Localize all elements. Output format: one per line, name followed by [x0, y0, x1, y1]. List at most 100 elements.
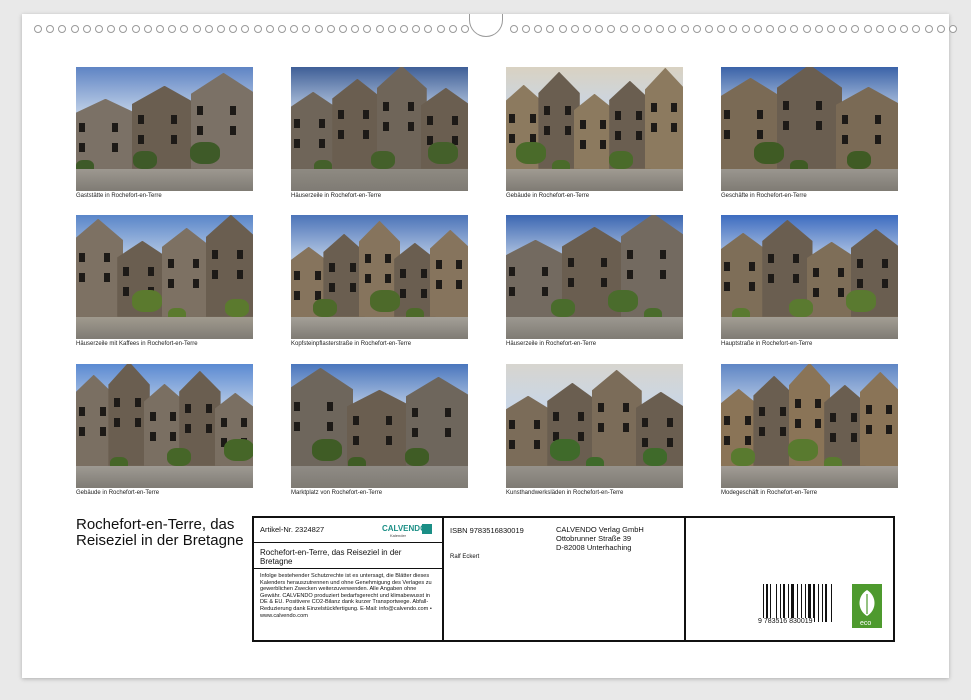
spiral-hole	[58, 25, 67, 33]
spiral-hole	[778, 25, 787, 33]
spiral-hole	[253, 25, 262, 33]
photo-caption: Modegeschäft in Rochefort-en-Terre	[721, 490, 818, 496]
photo-tile: Hauptstraße in Rochefort-en-Terre	[721, 215, 898, 347]
info-divider	[254, 542, 442, 543]
spiral-binding	[22, 22, 957, 34]
spiral-hole	[387, 25, 396, 33]
photo-caption: Gaststätte in Rochefort-en-Terre	[76, 193, 162, 199]
spiral-hole	[217, 25, 225, 33]
spiral-hole	[95, 25, 103, 33]
spiral-hole	[619, 25, 628, 33]
photo-caption: Geschäfte in Rochefort-en-Terre	[721, 193, 807, 199]
photo-caption: Häuserzeile mit Kaffees in Rochefort-en-…	[76, 341, 198, 347]
photo-caption: Häuserzeile in Rochefort-en-Terre	[291, 193, 382, 199]
spiral-hole	[692, 25, 701, 33]
spiral-hole	[595, 25, 604, 33]
spiral-hole	[534, 25, 543, 33]
spiral-hole	[509, 25, 518, 33]
spiral-hole	[949, 25, 957, 33]
photo-caption: Gebäude in Rochefort-en-Terre	[76, 490, 160, 496]
spiral-hole	[668, 25, 677, 33]
spiral-hole	[644, 25, 652, 33]
spiral-hole	[461, 25, 469, 33]
spiral-hole	[168, 25, 177, 33]
spiral-hole	[229, 25, 238, 33]
spiral-hole	[192, 25, 201, 33]
spiral-hole	[741, 25, 750, 33]
photo-tile: Gebäude in Rochefort-en-Terre	[76, 364, 253, 496]
photo-caption: Marktplatz von Rochefort-en-Terre	[291, 490, 383, 496]
spiral-hole	[180, 25, 189, 33]
photo-caption: Häuserzeile in Rochefort-en-Terre	[506, 341, 597, 347]
photo-tile: Häuserzeile mit Kaffees in Rochefort-en-…	[76, 215, 253, 347]
spiral-hole	[241, 25, 250, 33]
info-divider	[442, 518, 444, 640]
spiral-hole	[400, 25, 408, 33]
spiral-hole	[448, 25, 457, 33]
spiral-hole	[302, 25, 311, 33]
photo-caption: Gebäude in Rochefort-en-Terre	[506, 193, 590, 199]
spiral-hole	[131, 25, 140, 33]
spiral-hole	[143, 25, 152, 33]
spiral-hole	[729, 25, 738, 33]
spiral-hole	[265, 25, 274, 33]
spiral-hole	[546, 25, 555, 33]
photo-image	[721, 215, 898, 339]
spiral-hole	[851, 25, 860, 33]
info-box: Artikel-Nr. 2324827 CALVENDO Kalender Ro…	[252, 516, 895, 642]
photo-image	[76, 215, 253, 339]
photo-image	[291, 67, 468, 191]
spiral-hole	[814, 25, 823, 33]
photo-tile: Häuserzeile in Rochefort-en-Terre	[291, 67, 468, 199]
legal-text: Infolge bestehender Schutzrechte ist es …	[260, 573, 432, 619]
calvendo-logo-text: CALVENDO	[382, 524, 426, 533]
spiral-hole	[863, 25, 872, 33]
spiral-hole	[375, 25, 384, 33]
spiral-hole	[717, 25, 726, 33]
spiral-hole	[912, 25, 921, 33]
photo-image	[291, 364, 468, 488]
spiral-hole	[583, 25, 591, 33]
photo-caption: Kunsthandwerksläden in Rochefort-en-Terr…	[506, 490, 624, 496]
calvendo-logo-subtext: Kalender	[390, 533, 407, 538]
author: Ralf Eckert	[450, 554, 480, 560]
spiral-hole	[888, 25, 896, 33]
spiral-hole	[70, 25, 79, 33]
info-divider	[254, 568, 442, 569]
photo-tile: Häuserzeile in Rochefort-en-Terre	[506, 215, 683, 347]
photo-caption: Kopfsteinpflasterstraße in Rochefort-en-…	[291, 341, 412, 347]
spiral-hole	[631, 25, 640, 33]
spiral-hole	[790, 25, 799, 33]
spiral-hole	[436, 25, 445, 33]
article-number: Artikel-Nr. 2324827	[260, 525, 325, 534]
spiral-hole	[522, 25, 530, 33]
spiral-hole	[34, 25, 42, 33]
spiral-hole	[82, 25, 91, 33]
photo-tile: Gaststätte in Rochefort-en-Terre	[76, 67, 253, 199]
photo-tile: Marktplatz von Rochefort-en-Terre	[291, 364, 468, 496]
eco-label: eco	[860, 620, 871, 627]
barcode-number: 9 783516 830019	[757, 618, 814, 627]
photo-caption: Hauptstraße in Rochefort-en-Terre	[721, 341, 813, 347]
photo-image	[76, 67, 253, 191]
spiral-hole	[412, 25, 421, 33]
spiral-hole	[607, 25, 616, 33]
publisher-city: D-82008 Unterhaching	[556, 543, 632, 552]
photo-image	[506, 215, 683, 339]
photo-image	[506, 67, 683, 191]
spiral-hole	[680, 25, 689, 33]
spiral-hole	[839, 25, 848, 33]
photo-tile: Kopfsteinpflasterstraße in Rochefort-en-…	[291, 215, 468, 347]
spiral-hole	[290, 25, 299, 33]
spiral-hole	[656, 25, 665, 33]
spiral-hole	[766, 25, 774, 33]
spiral-hole	[802, 25, 811, 33]
spiral-hole	[705, 25, 713, 33]
photo-image	[721, 67, 898, 191]
spiral-hole	[119, 25, 128, 33]
spiral-hole	[351, 25, 360, 33]
photo-tile: Modegeschäft in Rochefort-en-Terre	[721, 364, 898, 496]
spiral-hole	[363, 25, 372, 33]
barcode: 9 783516 830019	[757, 584, 833, 627]
calvendo-logo: CALVENDO Kalender	[382, 524, 432, 538]
